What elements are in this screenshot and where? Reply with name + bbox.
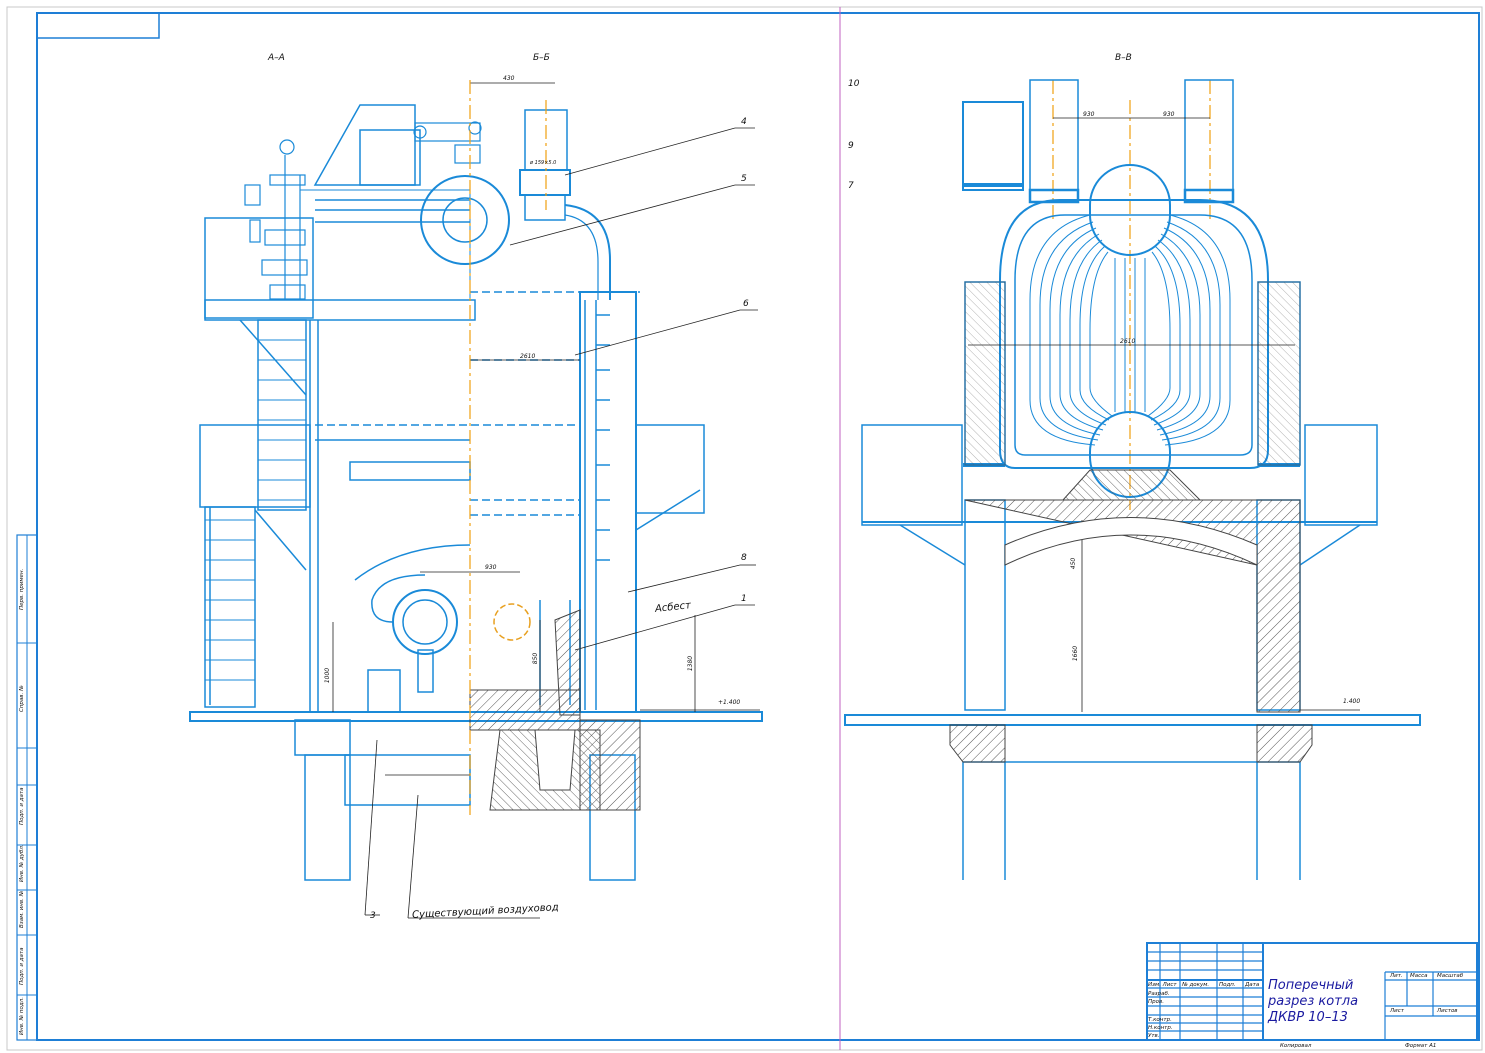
tb-mass: Масса — [1410, 973, 1428, 979]
tb-col-doc: № докум. — [1182, 982, 1210, 988]
elevation-left: +1.400 — [718, 699, 741, 706]
dim-930: 930 — [485, 564, 497, 571]
tb-lit: Лит. — [1390, 973, 1403, 979]
dim-2610-right: 2610 — [1120, 338, 1136, 345]
callout-1: 1 — [741, 594, 747, 604]
dim-850: 850 — [532, 652, 540, 665]
dim-430: 430 — [503, 75, 515, 82]
callout-4: 4 — [741, 117, 747, 127]
tb-sheet: Лист — [1390, 1008, 1404, 1014]
tb-col-date: Дата — [1245, 982, 1260, 988]
elevation-right: 1.400 — [1343, 698, 1361, 705]
callout-5: 5 — [741, 174, 747, 184]
section-label-b-b: Б–Б — [533, 53, 550, 63]
tb-sheets: Листов — [1437, 1008, 1458, 1014]
side-strip-5: Взам. инв. № — [19, 890, 25, 928]
dim-1660: 1660 — [1072, 645, 1080, 662]
callout-6: 6 — [743, 299, 749, 309]
side-strip-2: Справ. № — [19, 685, 25, 712]
left-section-view — [189, 82, 763, 919]
dim-pipe: ø 159×5.0 — [530, 160, 557, 166]
dim-930-b: 930 — [1083, 111, 1095, 118]
side-strip-3: Подп. и дата — [19, 787, 25, 825]
left-foundation — [469, 609, 641, 811]
tb-format: Формат А1 — [1405, 1043, 1437, 1049]
tb-row-2: Разраб. — [1148, 991, 1170, 997]
tb-row-6: Утв. — [1148, 1033, 1160, 1039]
callout-8: 8 — [741, 553, 747, 563]
section-label-a-a: А–А — [268, 53, 285, 63]
tb-col-sign: Подп. — [1219, 982, 1236, 988]
tb-scale: Масштаб — [1437, 973, 1464, 979]
dim-930-c: 930 — [1163, 111, 1175, 118]
tb-row-3: Пров. — [1148, 999, 1164, 1005]
tb-row-5: Н.контр. — [1148, 1025, 1173, 1031]
callout-10: 10 — [848, 79, 860, 89]
section-label-v-v: В–В — [1115, 53, 1132, 63]
side-strip-1: Перв. примен. — [19, 568, 25, 610]
dim-450: 450 — [1070, 557, 1078, 570]
tb-row-1: Изм. Лист — [1148, 982, 1177, 988]
dim-1000: 1000 — [324, 667, 332, 684]
side-strip-6: Подп. и дата — [19, 947, 25, 985]
callout-3: 3 — [370, 911, 376, 921]
dim-1380: 1380 — [687, 655, 695, 672]
tb-row-4: Т.контр. — [1148, 1017, 1172, 1023]
drawing-title: Поперечный разрез котла ДКВР 10–13 — [1268, 978, 1359, 1025]
tb-copied: Копировал — [1280, 1043, 1312, 1049]
side-strip-7: Инв. № подл. — [19, 997, 25, 1035]
callout-7: 7 — [848, 181, 854, 191]
technical-drawing — [6, 6, 1483, 1051]
callout-9: 9 — [848, 141, 854, 151]
side-strip-4: Инв. № дубл. — [19, 844, 25, 882]
dim-2610-left: 2610 — [520, 353, 536, 360]
